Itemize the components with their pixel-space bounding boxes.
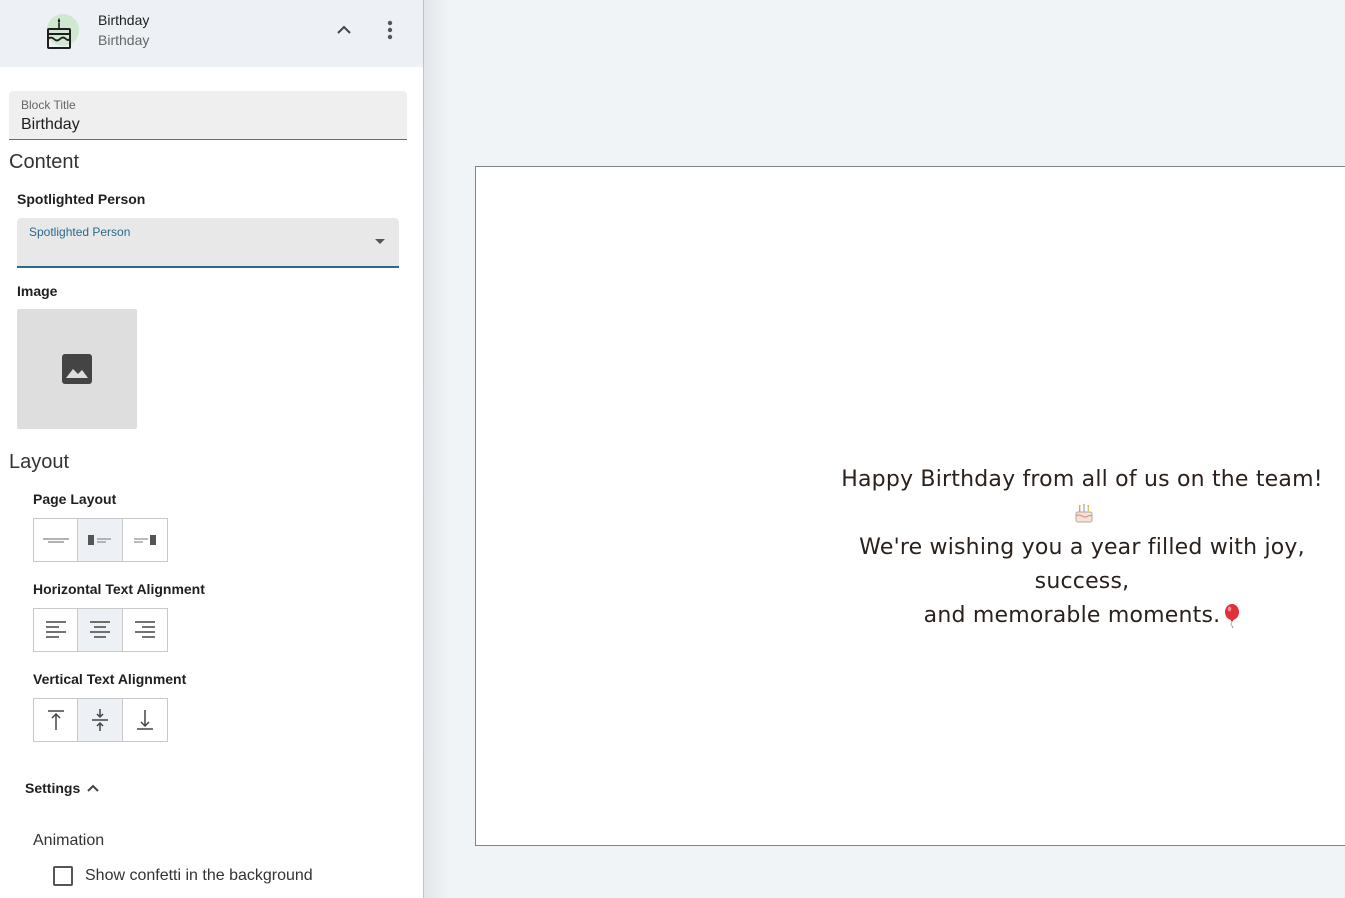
block-header[interactable]: Birthday Birthday [0, 0, 423, 67]
align-center-button[interactable] [78, 608, 123, 652]
layout-text-only-icon [42, 538, 69, 543]
settings-label: Settings [25, 780, 81, 796]
spotlighted-person-heading: Spotlighted Person [17, 191, 146, 207]
chevron-up-icon [87, 784, 99, 792]
vertical-alignment-heading: Vertical Text Alignment [33, 671, 187, 687]
block-subtitle: Birthday [98, 32, 150, 48]
horizontal-alignment-options [33, 608, 168, 652]
sidebar-shadow [424, 0, 450, 898]
align-middle-icon [92, 709, 108, 731]
align-left-icon [45, 621, 66, 638]
animation-heading: Animation [33, 832, 105, 849]
confetti-checkbox[interactable] [53, 866, 73, 886]
balloon-icon [1225, 604, 1240, 628]
align-center-icon [90, 621, 110, 638]
layout-image-left-icon [88, 535, 111, 545]
align-right-icon [135, 621, 155, 638]
page-layout-heading: Page Layout [33, 491, 117, 507]
block-title: Birthday [98, 12, 150, 28]
preview-line-1: Happy Birthday from all of us on the tea… [834, 463, 1330, 531]
layout-heading: Layout [9, 451, 70, 473]
more-vertical-icon [387, 20, 393, 40]
horizontal-alignment-heading: Horizontal Text Alignment [33, 581, 205, 597]
layout-image-right-icon [134, 535, 156, 545]
align-bottom-icon [137, 710, 153, 730]
confetti-checkbox-label: Show confetti in the background [85, 867, 313, 884]
page-layout-options [33, 518, 168, 562]
layout-image-left-button[interactable] [78, 518, 123, 562]
layout-text-only-button[interactable] [33, 518, 78, 562]
spotlighted-person-select[interactable]: Spotlighted Person [17, 218, 399, 268]
confetti-option[interactable]: Show confetti in the background [53, 866, 313, 886]
cake-icon [1075, 504, 1093, 523]
vertical-alignment-options [33, 698, 168, 742]
image-icon [62, 354, 92, 384]
collapse-block-button[interactable] [330, 16, 358, 44]
block-title-field[interactable]: Block Title Birthday [9, 91, 407, 140]
content-heading: Content [9, 151, 80, 173]
preview-line-3: and memorable moments. [834, 599, 1330, 633]
preview-message: Happy Birthday from all of us on the tea… [834, 463, 1330, 633]
align-right-button[interactable] [123, 608, 168, 652]
block-title-field-label: Block Title [21, 98, 76, 112]
align-bottom-button[interactable] [123, 698, 168, 742]
spotlighted-person-select-label: Spotlighted Person [29, 225, 131, 239]
birthday-cake-icon [44, 14, 84, 54]
chevron-up-icon [337, 25, 351, 34]
dropdown-arrow-icon [375, 239, 385, 244]
preview-canvas: Happy Birthday from all of us on the tea… [475, 166, 1345, 846]
align-top-icon [47, 710, 64, 730]
block-title-field-value[interactable]: Birthday [21, 116, 80, 134]
align-middle-button[interactable] [78, 698, 123, 742]
editor-sidebar: Birthday Birthday Block Title Birthday C… [0, 0, 424, 898]
image-upload-placeholder[interactable] [17, 309, 137, 429]
align-top-button[interactable] [33, 698, 78, 742]
image-heading: Image [17, 283, 58, 299]
align-left-button[interactable] [33, 608, 78, 652]
settings-toggle[interactable]: Settings [25, 780, 100, 796]
more-options-button[interactable] [376, 16, 404, 44]
preview-line-2: We're wishing you a year filled with joy… [859, 535, 1305, 594]
layout-image-right-button[interactable] [123, 518, 168, 562]
